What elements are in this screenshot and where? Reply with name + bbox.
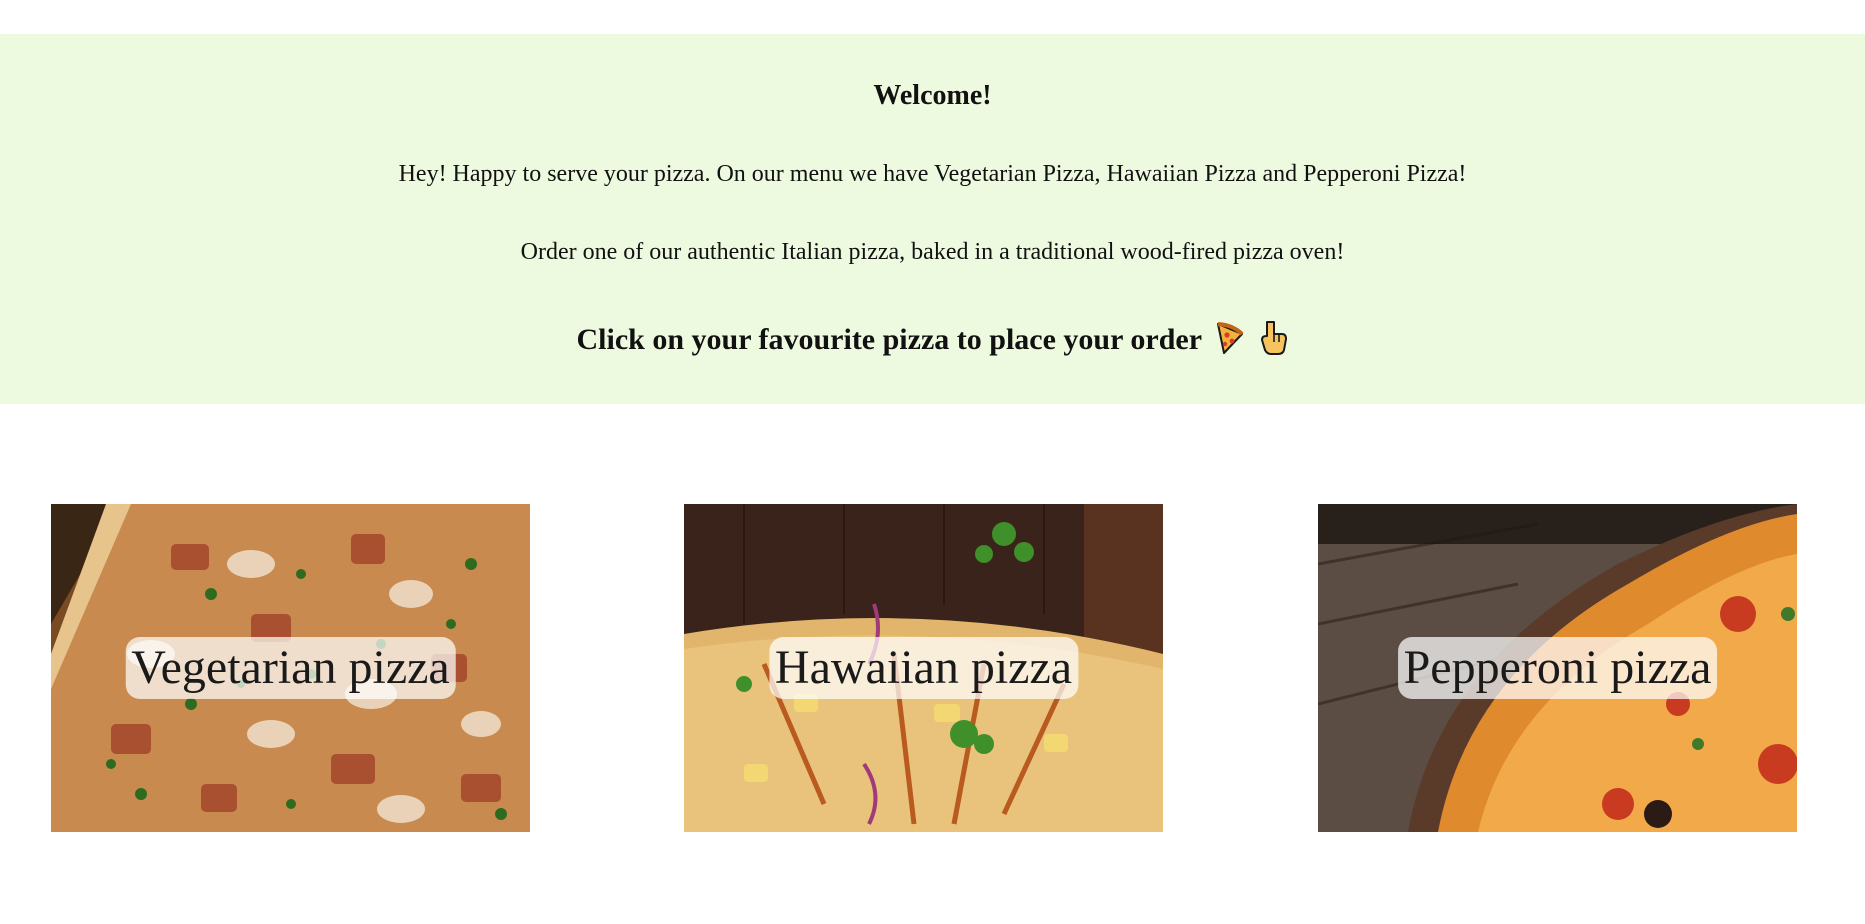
- pizza-label-hawaiian: Hawaiian pizza: [768, 637, 1079, 699]
- pointing-down-icon: [1258, 320, 1288, 364]
- pizza-slice-icon: [1215, 321, 1245, 363]
- intro-text: Hey! Happy to serve your pizza. On our m…: [398, 161, 1467, 187]
- pizza-card-hawaiian[interactable]: Hawaiian pizza: [684, 504, 1163, 832]
- pizza-card-vegetarian[interactable]: Vegetarian pizza: [51, 504, 530, 832]
- pizza-card-pepperoni[interactable]: Pepperoni pizza: [1318, 504, 1797, 832]
- pizza-label-pepperoni: Pepperoni pizza: [1397, 637, 1718, 699]
- tagline-text: Order one of our authentic Italian pizza…: [520, 239, 1345, 265]
- cta-text: Click on your favourite pizza to place y…: [576, 322, 1202, 356]
- order-call-to-action: Click on your favourite pizza to place y…: [0, 320, 1865, 364]
- welcome-heading: Welcome!: [873, 80, 992, 111]
- pizza-label-vegetarian: Vegetarian pizza: [125, 637, 456, 699]
- welcome-banner: Welcome! Hey! Happy to serve your pizza.…: [0, 34, 1865, 404]
